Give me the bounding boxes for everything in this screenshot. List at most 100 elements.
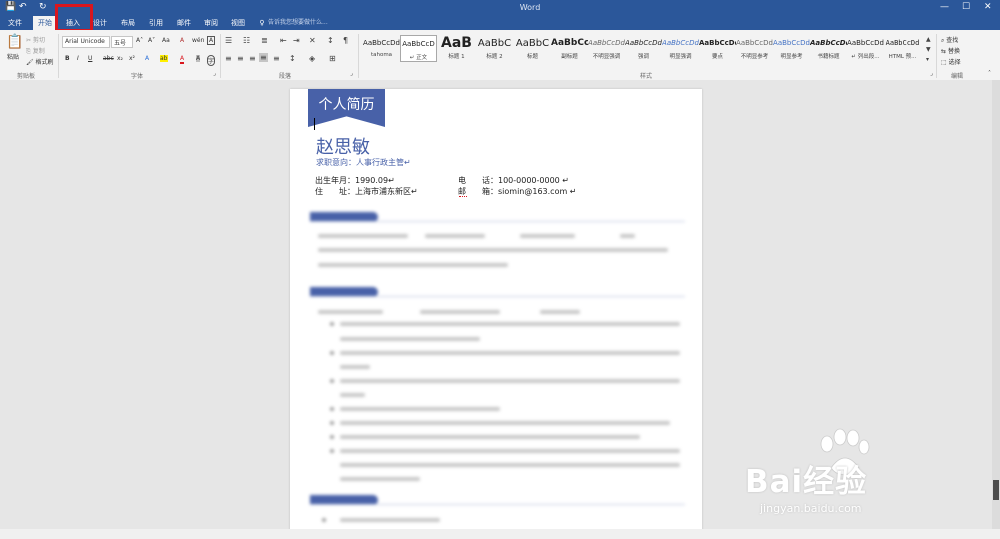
status-bar [0, 529, 1000, 539]
align-center-icon[interactable]: ≡ [237, 54, 244, 63]
tell-me-search[interactable]: 告诉我您想要做什么... [268, 16, 358, 30]
enclose-char-button[interactable]: 字 [207, 55, 216, 66]
text-line [318, 234, 408, 238]
phonetic-guide-button[interactable]: wén [192, 37, 204, 44]
borders-icon[interactable]: ⊞ [329, 54, 336, 63]
collapse-ribbon-icon[interactable]: ˄ [988, 70, 991, 77]
underline-button[interactable]: U [88, 55, 92, 62]
style-subtle-emphasis[interactable]: AaBbCcDd 不明显强调 [588, 35, 625, 62]
text-line [340, 477, 420, 481]
style-tahoma[interactable]: AaBbCcDd tahoma [363, 35, 400, 62]
style-name: 标题 1 [448, 54, 465, 60]
highlight-color-button[interactable]: ab [160, 55, 168, 62]
decrease-indent-icon[interactable]: ⇤ [280, 36, 287, 45]
style-title[interactable]: AaBbC 标题 [514, 35, 551, 62]
styles-dialog-launcher-icon[interactable]: ⌟ [930, 70, 933, 77]
paste-icon[interactable]: 📋 [6, 34, 23, 50]
style-strong[interactable]: AaBbCcDd 要点 [699, 35, 736, 62]
resume-email: 邮 箱：siomin@163.com ↵ [458, 187, 577, 196]
cut-button[interactable]: ✂ 剪切 [26, 35, 45, 44]
paste-button[interactable]: 粘贴 [7, 52, 19, 61]
char-border-button[interactable]: A [207, 36, 216, 45]
strikethrough-button[interactable]: abc [103, 55, 114, 62]
format-painter-button[interactable]: 🖌 格式刷 [26, 57, 54, 66]
bold-button[interactable]: B [65, 55, 70, 62]
chinese-layout-icon[interactable]: ✕ [309, 36, 316, 45]
shrink-font-button[interactable]: A˅ [148, 37, 155, 44]
styles-scroll-up-icon[interactable]: ▲ [926, 36, 931, 43]
tab-view[interactable]: 视图 [226, 16, 250, 30]
redo-icon[interactable]: ↻ [39, 2, 47, 12]
justify-icon[interactable]: ≡ [259, 53, 268, 62]
style-subtitle[interactable]: AaBbCc 副标题 [551, 35, 588, 62]
style-name: 明显参考 [780, 54, 803, 60]
italic-button[interactable]: I [77, 55, 79, 62]
style-html-preformatted[interactable]: AaBbCcDd HTML 预... [884, 35, 921, 62]
style-sample: AaBbCcDd [736, 39, 773, 47]
style-book-title[interactable]: AaBbCcDd 书籍标题 [810, 35, 847, 62]
style-list-paragraph[interactable]: AaBbCcDd ↵ 列出段... [847, 35, 884, 62]
font-size-select[interactable]: 五号 [111, 36, 133, 48]
grow-font-button[interactable]: A˄ [136, 37, 143, 44]
save-icon[interactable]: 💾 [5, 2, 16, 12]
font-color-button[interactable]: A [180, 55, 185, 64]
undo-icon[interactable]: ↶ [19, 2, 27, 12]
line-spacing-icon[interactable]: ↕ [289, 54, 296, 63]
scrollbar-thumb[interactable] [993, 480, 999, 500]
tab-references[interactable]: 引用 [144, 16, 168, 30]
shading-icon[interactable]: ◈ [309, 54, 315, 63]
style-sample: AaBbCcDd [810, 39, 847, 47]
group-divider [220, 34, 221, 78]
maximize-icon[interactable]: ☐ [962, 2, 970, 12]
find-button[interactable]: ⌕ 查找 [941, 35, 958, 45]
numbering-icon[interactable]: ☷ [243, 36, 250, 45]
style-emphasis[interactable]: AaBbCcDd 强调 [625, 35, 662, 62]
superscript-button[interactable]: x² [129, 55, 135, 62]
clear-format-button[interactable]: A [180, 37, 184, 44]
sort-icon[interactable]: ↕ [327, 36, 334, 45]
distribute-icon[interactable]: ≡ [273, 54, 280, 63]
style-heading-2[interactable]: AaBbC 标题 2 [476, 35, 513, 62]
align-right-icon[interactable]: ≡ [249, 54, 256, 63]
char-shading-button[interactable]: A [196, 55, 201, 62]
increase-indent-icon[interactable]: ⇥ [293, 36, 300, 45]
text-line [340, 379, 680, 383]
style-name: 不明显参考 [740, 54, 769, 60]
style-heading-1[interactable]: AaB 标题 1 [438, 35, 475, 62]
bullets-icon[interactable]: ☰ [225, 36, 232, 45]
subscript-button[interactable]: x₂ [117, 55, 123, 62]
font-dialog-launcher-icon[interactable]: ⌟ [213, 70, 216, 77]
copy-button[interactable]: ⎘ 复制 [26, 46, 45, 56]
text-effects-button[interactable]: A [145, 55, 149, 62]
text-line [318, 310, 383, 314]
text-line [340, 463, 680, 467]
select-button[interactable]: ⬚ 选择 [941, 57, 961, 66]
style-intense-emphasis[interactable]: AaBbCcDd 明显强调 [662, 35, 699, 62]
tab-home[interactable]: 开始 [33, 16, 57, 30]
paragraph-dialog-launcher-icon[interactable]: ⌟ [350, 70, 353, 77]
close-icon[interactable]: ✕ [984, 2, 992, 12]
style-normal[interactable]: AaBbCcD ↵ 正文 [400, 35, 437, 62]
styles-scroll-down-icon[interactable]: ▼ [926, 46, 931, 53]
minimize-icon[interactable]: — [940, 2, 949, 12]
style-subtle-reference[interactable]: AaBbCcDd 不明显参考 [736, 35, 773, 62]
text-cursor [314, 118, 315, 130]
tab-layout[interactable]: 布局 [116, 16, 140, 30]
tab-review[interactable]: 审阅 [199, 16, 223, 30]
list-bullet [330, 421, 334, 425]
align-left-icon[interactable]: ≡ [225, 54, 232, 63]
change-case-button[interactable]: Aa [162, 37, 170, 44]
styles-more-icon[interactable]: ▾ [926, 56, 929, 63]
cut-label: 剪切 [32, 37, 45, 44]
font-name-select[interactable]: Arial Unicode [62, 36, 110, 48]
vertical-scrollbar[interactable] [992, 80, 1000, 529]
style-name: 不明显强调 [592, 54, 621, 60]
replace-button[interactable]: ⇆ 替换 [941, 46, 960, 55]
style-intense-reference[interactable]: AaBbCcDd 明显参考 [773, 35, 810, 62]
tab-mailings[interactable]: 邮件 [172, 16, 196, 30]
tab-file[interactable]: 文件 [3, 16, 27, 30]
text-line [620, 234, 635, 238]
multilevel-list-icon[interactable]: ≣ [261, 36, 268, 45]
show-marks-icon[interactable]: ¶ [343, 36, 348, 45]
style-name: 标题 [526, 54, 538, 60]
